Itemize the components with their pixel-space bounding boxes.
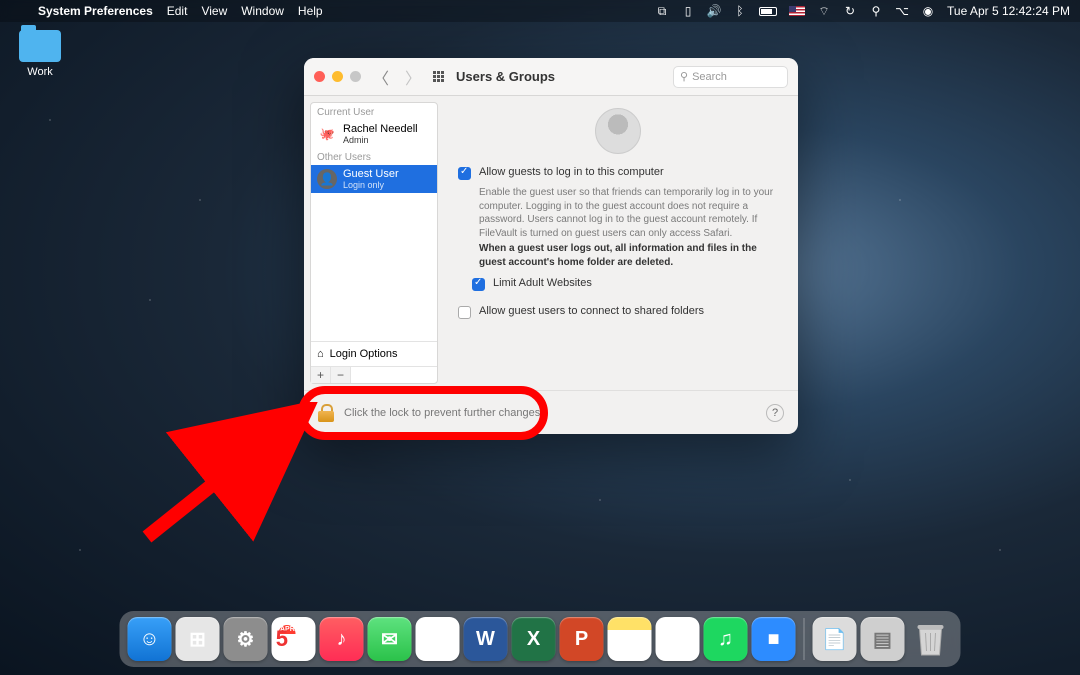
login-options-label: Login Options: [330, 348, 398, 360]
guest-user-role: Login only: [343, 180, 399, 190]
dock-app-music[interactable]: ♪: [320, 617, 364, 661]
large-avatar-icon[interactable]: [595, 108, 641, 154]
add-remove-bar: + −: [311, 366, 437, 383]
battery-icon[interactable]: [759, 7, 777, 16]
user-detail-panel: Allow guests to log in to this computer …: [438, 96, 798, 390]
dock-recent[interactable]: ▤: [861, 617, 905, 661]
time-machine-icon[interactable]: ↻: [843, 4, 857, 18]
allow-guests-desc: Enable the guest user so that friends ca…: [479, 186, 778, 240]
menu-window[interactable]: Window: [241, 4, 284, 18]
search-placeholder: Search: [692, 71, 727, 83]
dock-app-messages[interactable]: ✉: [368, 617, 412, 661]
volume-icon[interactable]: 🔊: [707, 4, 721, 18]
back-button[interactable]: 〈: [369, 65, 393, 89]
window-title: Users & Groups: [456, 69, 555, 84]
lock-icon[interactable]: [318, 404, 334, 422]
dock-app-chrome[interactable]: ◎: [416, 617, 460, 661]
forward-button[interactable]: 〉: [401, 65, 425, 89]
current-user-role: Admin: [343, 135, 418, 145]
dock-app-slack[interactable]: ✱: [656, 617, 700, 661]
dock-app-spotify[interactable]: ♫: [704, 617, 748, 661]
current-user-heading: Current User: [311, 103, 437, 120]
house-icon: ⌂: [317, 348, 324, 360]
dock-app-excel[interactable]: X: [512, 617, 556, 661]
dropbox-icon[interactable]: ⧉: [655, 4, 669, 18]
dock-app-powerpoint[interactable]: P: [560, 617, 604, 661]
window-titlebar: 〈 〉 Users & Groups ⚲ Search: [304, 58, 798, 96]
folder-icon: [19, 30, 61, 62]
dock: ☺⊞⚙APR5♪✉◎WXP ✱♫■ 📄 ▤: [120, 611, 961, 667]
sidebar-guest-user[interactable]: 👤 Guest User Login only: [311, 165, 437, 193]
apple-menu-icon[interactable]: [10, 4, 24, 18]
dock-app-system-preferences[interactable]: ⚙: [224, 617, 268, 661]
avatar-icon: 👤: [317, 169, 337, 189]
other-users-heading: Other Users: [311, 148, 437, 165]
guest-user-name: Guest User: [343, 168, 399, 180]
menubar: System Preferences Edit View Window Help…: [0, 0, 1080, 22]
search-field[interactable]: ⚲ Search: [673, 66, 788, 88]
dock-app-notes[interactable]: [608, 617, 652, 661]
lock-text: Click the lock to prevent further change…: [344, 407, 543, 419]
show-all-icon[interactable]: [433, 71, 444, 82]
desktop-folder-label: Work: [10, 66, 70, 78]
close-button[interactable]: [314, 71, 325, 82]
siri-icon[interactable]: ◉: [921, 4, 935, 18]
app-menu[interactable]: System Preferences: [38, 4, 153, 18]
dock-app-word[interactable]: W: [464, 617, 508, 661]
dock-trash[interactable]: [909, 617, 953, 661]
users-groups-window: 〈 〉 Users & Groups ⚲ Search Current User…: [304, 58, 798, 434]
help-button[interactable]: ?: [766, 404, 784, 422]
window-footer: Click the lock to prevent further change…: [304, 390, 798, 434]
shared-folders-label: Allow guest users to connect to shared f…: [479, 305, 704, 317]
add-user-button[interactable]: +: [311, 367, 331, 383]
dock-app-launchpad[interactable]: ⊞: [176, 617, 220, 661]
bluetooth-icon[interactable]: ᛒ: [733, 4, 747, 18]
users-sidebar: Current User 🐙 Rachel Needell Admin Othe…: [310, 102, 438, 384]
limit-adult-label: Limit Adult Websites: [493, 277, 592, 289]
menu-view[interactable]: View: [201, 4, 227, 18]
limit-adult-checkbox[interactable]: [472, 278, 485, 291]
remove-user-button[interactable]: −: [331, 367, 351, 383]
search-icon: ⚲: [680, 70, 688, 83]
allow-guests-label: Allow guests to log in to this computer: [479, 166, 664, 178]
sidebar-current-user[interactable]: 🐙 Rachel Needell Admin: [311, 120, 437, 148]
current-user-name: Rachel Needell: [343, 123, 418, 135]
avatar-icon: 🐙: [317, 124, 337, 144]
wifi-icon[interactable]: ⌔: [817, 4, 831, 18]
menu-edit[interactable]: Edit: [167, 4, 188, 18]
desktop-folder-work[interactable]: Work: [10, 30, 70, 78]
dock-app-finder[interactable]: ☺: [128, 617, 172, 661]
keychain-icon[interactable]: ▯: [681, 4, 695, 18]
dock-separator: [804, 618, 805, 660]
zoom-button[interactable]: [350, 71, 361, 82]
input-source-icon[interactable]: [789, 6, 805, 16]
dock-app-zoom[interactable]: ■: [752, 617, 796, 661]
spotlight-icon[interactable]: ⚲: [869, 4, 883, 18]
allow-guests-bold: When a guest user logs out, all informat…: [479, 242, 778, 269]
shared-folders-checkbox[interactable]: [458, 306, 471, 319]
dock-app-calendar[interactable]: APR5: [272, 617, 316, 661]
dock-downloads[interactable]: 📄: [813, 617, 857, 661]
login-options-button[interactable]: ⌂ Login Options: [311, 341, 437, 366]
minimize-button[interactable]: [332, 71, 343, 82]
allow-guests-checkbox[interactable]: [458, 167, 471, 180]
annotation-arrow: [132, 402, 322, 552]
menubar-datetime[interactable]: Tue Apr 5 12:42:24 PM: [947, 4, 1070, 18]
control-center-icon[interactable]: ⌥: [895, 4, 909, 18]
menu-help[interactable]: Help: [298, 4, 323, 18]
